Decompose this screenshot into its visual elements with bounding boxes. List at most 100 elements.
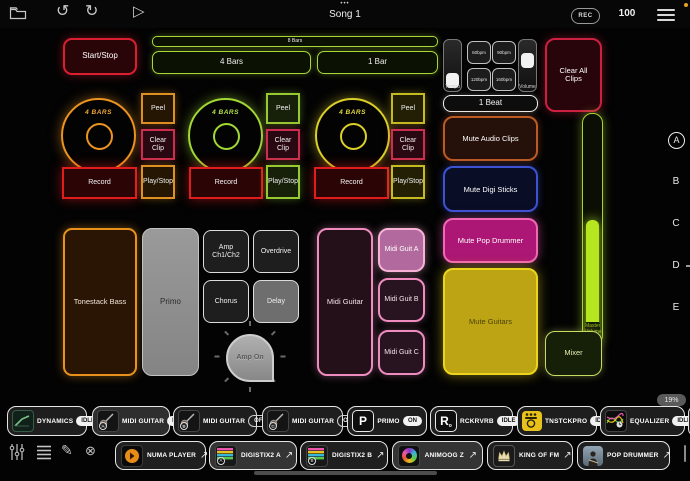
play-icon[interactable]: ▷ xyxy=(133,4,145,20)
tempo-preset-120bpm[interactable]: 120bpm xyxy=(467,68,491,91)
play-stop-button-1[interactable]: Play/Stop xyxy=(141,165,175,199)
plugin-slot-midi-guitar-b[interactable]: B MIDI GUITAR OFF xyxy=(173,406,257,436)
plugin-slot-dynamics[interactable]: DYNAMICS IDLE xyxy=(7,406,87,436)
tempo-preset-160bpm[interactable]: 160bpm xyxy=(492,68,516,91)
page-tab-c[interactable]: C xyxy=(667,218,685,229)
peel-button-2[interactable]: Peel xyxy=(266,93,300,124)
plugin-slot-tnstckpro[interactable]: TNSTCKPRO IDLE xyxy=(517,406,597,436)
instrument-slot-pop-drummer[interactable]: POP DRUMMER ↗ xyxy=(577,441,670,470)
primo-button[interactable]: Primo xyxy=(142,228,199,376)
song-title[interactable]: Song 1 xyxy=(295,9,395,20)
mute-digi-sticks-button[interactable]: Mute Digi Sticks xyxy=(443,166,538,212)
midi-guit-c-button[interactable]: Midi Guit C xyxy=(378,330,425,375)
plugin-slot-rckrvrb[interactable]: Ro RCKRVRB IDLE xyxy=(430,406,513,436)
expand-icon[interactable]: ↗ xyxy=(285,450,293,461)
plugin-slot-midi-guitar-a[interactable]: A MIDI GUITAR IDLE xyxy=(92,406,170,436)
record-button-3[interactable]: Record xyxy=(314,167,389,199)
clear-clip-button-2[interactable]: Clear Clip xyxy=(266,129,300,160)
redo-icon[interactable]: ↻ xyxy=(85,4,98,20)
rec-button[interactable]: REC xyxy=(571,8,600,24)
page-tab-b[interactable]: B xyxy=(667,176,685,187)
tonestack-bass-button[interactable]: Tonestack Bass xyxy=(63,228,137,376)
pencil-icon[interactable]: ✎ xyxy=(61,442,73,459)
record-button-1[interactable]: Record xyxy=(62,167,137,199)
plugin-slot-equalizer[interactable]: EQUALIZER IDLE xyxy=(600,406,685,436)
page-tab-d[interactable]: D xyxy=(667,260,685,271)
guitar-icon: A xyxy=(97,410,119,432)
page-tab-a-active[interactable]: A xyxy=(668,132,685,149)
tempo-value[interactable]: 100 xyxy=(612,8,642,19)
four-bars-button[interactable]: 4 Bars xyxy=(152,51,311,74)
peel-button-1[interactable]: Peel xyxy=(141,93,175,124)
numa-player-icon xyxy=(121,445,143,467)
start-stop-button[interactable]: Start/Stop xyxy=(63,38,137,75)
loop-dial-3[interactable]: 4 BARS xyxy=(315,98,390,173)
instrument-slot-digistix2-a[interactable]: A DIGISTIX2 A ↗ xyxy=(209,441,297,470)
master-volume-slider[interactable]: Master Volume xyxy=(582,113,603,345)
expand-icon[interactable]: ↗ xyxy=(663,450,671,461)
mute-pop-drummer-button[interactable]: Mute Pop Drummer xyxy=(443,218,538,263)
play-stop-button-3[interactable]: Play/Stop xyxy=(391,165,425,199)
clear-clip-button-3[interactable]: Clear Clip xyxy=(391,129,425,160)
reverb-r-icon: Ro xyxy=(435,410,457,432)
page-scroll-tick xyxy=(686,265,690,267)
loop-dial-1-center[interactable] xyxy=(86,123,113,150)
home-indicator[interactable] xyxy=(254,471,437,475)
clear-all-clips-button[interactable]: Clear All Clips xyxy=(545,38,602,112)
song-options-dots[interactable]: ••• xyxy=(295,1,395,7)
crown-icon xyxy=(493,445,515,467)
loop-dial-2-center[interactable] xyxy=(213,123,240,150)
record-button-2[interactable]: Record xyxy=(189,167,263,199)
expand-icon[interactable]: ↗ xyxy=(376,450,384,461)
expand-icon[interactable]: ↗ xyxy=(469,450,477,461)
amp-on-knob[interactable]: Amp On xyxy=(226,334,274,382)
folder-icon[interactable] xyxy=(9,6,27,24)
undo-icon[interactable]: ↺ xyxy=(56,4,69,20)
strip-scroll-divider xyxy=(684,445,686,462)
midi-guit-a-button[interactable]: Midi Guit A xyxy=(378,228,425,272)
volume-slider[interactable]: Volume xyxy=(518,39,537,92)
circle-x-icon[interactable]: ⊗ xyxy=(85,443,96,459)
delay-button[interactable]: Delay xyxy=(253,280,299,323)
amp-ch1-ch2-button[interactable]: Amp Ch1/Ch2 xyxy=(203,230,249,273)
plugin-slot-primo[interactable]: P PRIMO ON xyxy=(347,406,427,436)
midi-guitar-button[interactable]: Midi Guitar xyxy=(317,228,373,376)
instrument-slot-numa-player[interactable]: NUMA PLAYER ↗ xyxy=(115,441,206,470)
eight-bars-strip[interactable]: 8 Bars xyxy=(152,36,438,47)
loopy-pro-app: ↺ ↻ ▷ ••• Song 1 REC 100 Start/Stop 8 Ba… xyxy=(0,0,690,481)
midi-guit-b-button[interactable]: Midi Guit B xyxy=(378,278,425,322)
loop-dial-2[interactable]: 4 BARS xyxy=(188,98,263,173)
instrument-slot-animoog-z[interactable]: ANIMOOG Z ↗ xyxy=(392,441,483,470)
notification-dot xyxy=(684,3,688,7)
plugin-slot-midi-guitar-c[interactable]: C MIDI GUITAR OFF xyxy=(262,406,343,436)
tempo-preset-90bpm[interactable]: 90bpm xyxy=(492,41,516,64)
menu-icon[interactable] xyxy=(657,9,675,21)
play-stop-button-2[interactable]: Play/Stop xyxy=(266,165,300,199)
list-icon[interactable] xyxy=(35,443,53,466)
mixer-faders-icon[interactable] xyxy=(8,443,26,466)
peel-button-3[interactable]: Peel xyxy=(391,93,425,124)
overdrive-button[interactable]: Overdrive xyxy=(253,230,299,273)
mute-guitars-button[interactable]: Mute Guitars xyxy=(443,268,538,375)
one-bar-button[interactable]: 1 Bar xyxy=(317,51,438,74)
instrument-slot-king-of-fm[interactable]: KING OF FM ↗ xyxy=(487,441,573,470)
page-tab-e[interactable]: E xyxy=(667,302,685,313)
one-beat-button[interactable]: 1 Beat xyxy=(443,95,538,112)
tempo-preset-60bpm[interactable]: 60bpm xyxy=(467,41,491,64)
mute-audio-clips-button[interactable]: Mute Audio Clips xyxy=(443,116,538,161)
drummer-icon xyxy=(583,446,603,466)
clear-clip-button-1[interactable]: Clear Clip xyxy=(141,129,175,160)
volume-slider-thumb[interactable] xyxy=(521,53,534,68)
eq-curve-icon xyxy=(605,410,627,432)
loop-dial-1[interactable]: 4 BARS xyxy=(61,98,136,173)
instrument-slot-digistix2-b[interactable]: B DIGISTIX2 B ↗ xyxy=(300,441,388,470)
tempo-slider[interactable]: Tempo xyxy=(443,39,462,92)
plugin-state-badge: ON xyxy=(403,416,422,426)
animoog-swirl-icon xyxy=(398,445,420,467)
expand-icon[interactable]: ↗ xyxy=(563,450,571,461)
digistix-icon: A xyxy=(215,445,237,467)
chorus-button[interactable]: Chorus xyxy=(203,280,249,323)
mixer-button[interactable]: Mixer xyxy=(545,331,602,376)
expand-icon[interactable]: ↗ xyxy=(200,450,208,461)
loop-dial-3-center[interactable] xyxy=(340,123,367,150)
